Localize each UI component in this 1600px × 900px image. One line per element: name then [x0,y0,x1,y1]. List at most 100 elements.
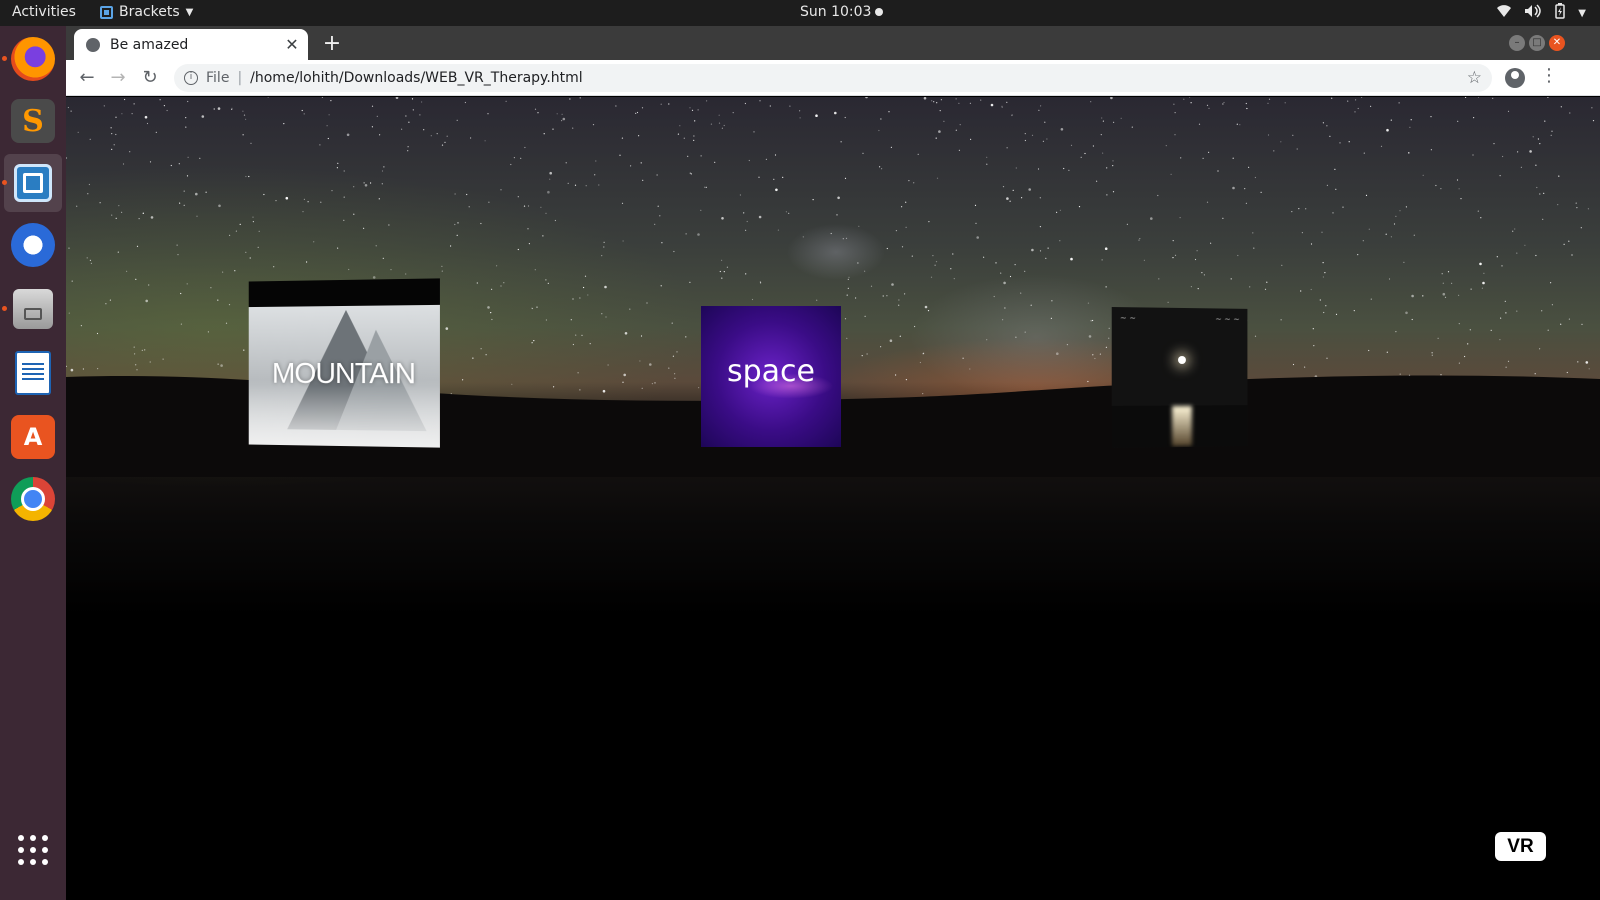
site-info-icon[interactable]: i [184,71,198,85]
system-tray[interactable]: ▼ [1496,3,1586,23]
dock-item-sublime-text[interactable]: S [4,92,62,150]
star [390,269,392,271]
star [561,113,563,115]
star [1000,272,1002,274]
star [689,172,691,174]
star [700,209,702,211]
star [131,113,133,115]
star [1435,184,1437,187]
forward-button[interactable]: → [106,66,130,90]
menu-kebab-icon[interactable]: ⋮ [1540,65,1558,86]
space-panel[interactable]: space [701,306,841,447]
close-window-button[interactable]: ✕ [1549,35,1565,51]
star [111,214,113,216]
star [228,304,231,306]
dock-item-writer[interactable] [4,344,62,402]
app-menu[interactable]: Brackets ▼ [100,4,193,20]
panel-header-bar [248,278,440,308]
star [242,110,244,112]
star [353,213,355,215]
star [166,109,168,112]
star [207,331,209,333]
star [1174,254,1177,256]
star [1096,180,1098,182]
minimize-button[interactable]: – [1509,35,1525,51]
star [105,303,107,305]
star [549,171,552,175]
star [788,212,790,214]
star [302,211,304,213]
dock-item-brackets[interactable] [2,154,62,212]
space-label: space [726,354,815,389]
star [601,313,603,315]
bookmark-star-icon[interactable]: ☆ [1467,68,1482,88]
star [640,162,642,164]
maximize-button[interactable]: □ [1529,35,1545,51]
star [485,354,487,356]
software-store-icon: A [11,415,55,459]
star [1501,265,1503,267]
star [723,271,725,273]
star [141,349,143,351]
browser-window: Be amazed ✕ + – □ ✕ ← → ↻ i File | /home… [66,26,1600,900]
star [1021,197,1023,199]
star [1357,254,1359,256]
star [77,131,79,133]
wifi-icon [1496,4,1512,22]
star [719,270,721,273]
star [186,283,188,285]
star [1078,206,1081,208]
profile-avatar-icon[interactable] [1505,68,1525,88]
night-sea-panel[interactable]: ~ ~ ~ ~ ~ [1111,307,1248,448]
star [122,163,125,165]
star [80,325,82,327]
dock-item-thunderbird[interactable] [4,216,62,274]
clock[interactable]: Sun 10:03 [800,4,884,20]
star [1208,107,1210,109]
star [585,185,587,187]
star [640,335,643,337]
star [1217,170,1219,172]
star [1334,168,1336,170]
back-button[interactable]: ← [75,66,99,90]
tab-close-icon[interactable]: ✕ [284,35,300,54]
dock-item-firefox[interactable] [2,30,62,88]
star [923,97,927,100]
address-bar[interactable]: i File | /home/lohith/Downloads/WEB_VR_T… [174,64,1492,92]
activities-button[interactable]: Activities [12,4,76,20]
star [1575,202,1577,204]
enter-vr-button[interactable]: VR [1495,832,1546,861]
star [552,128,554,130]
tab-be-amazed[interactable]: Be amazed ✕ [74,29,308,60]
star [1173,103,1175,105]
star [1539,143,1541,145]
star [1284,102,1286,104]
star [943,120,945,122]
star [1321,231,1323,233]
show-applications-button[interactable] [4,821,62,879]
star [500,285,502,287]
dock-item-chrome[interactable] [4,470,62,528]
reload-button[interactable]: ↻ [138,66,162,90]
star [603,246,605,248]
new-tab-button[interactable]: + [320,31,344,56]
star [196,215,198,217]
star [983,256,985,258]
star [480,222,482,225]
star [911,255,913,257]
star [531,342,533,344]
star [89,138,91,140]
dock-item-software[interactable]: A [4,408,62,466]
star [986,163,988,165]
dock-item-files[interactable] [2,280,62,338]
star [121,113,123,115]
star [187,100,189,103]
star [454,193,456,195]
star [1591,107,1593,109]
star [133,103,135,105]
star [1210,242,1212,244]
vr-scene-canvas[interactable]: MOUNTAIN space ~ ~ ~ ~ ~ VR [66,97,1600,900]
star [1580,227,1582,229]
mountain-panel[interactable]: MOUNTAIN [248,278,440,448]
star [76,205,78,207]
